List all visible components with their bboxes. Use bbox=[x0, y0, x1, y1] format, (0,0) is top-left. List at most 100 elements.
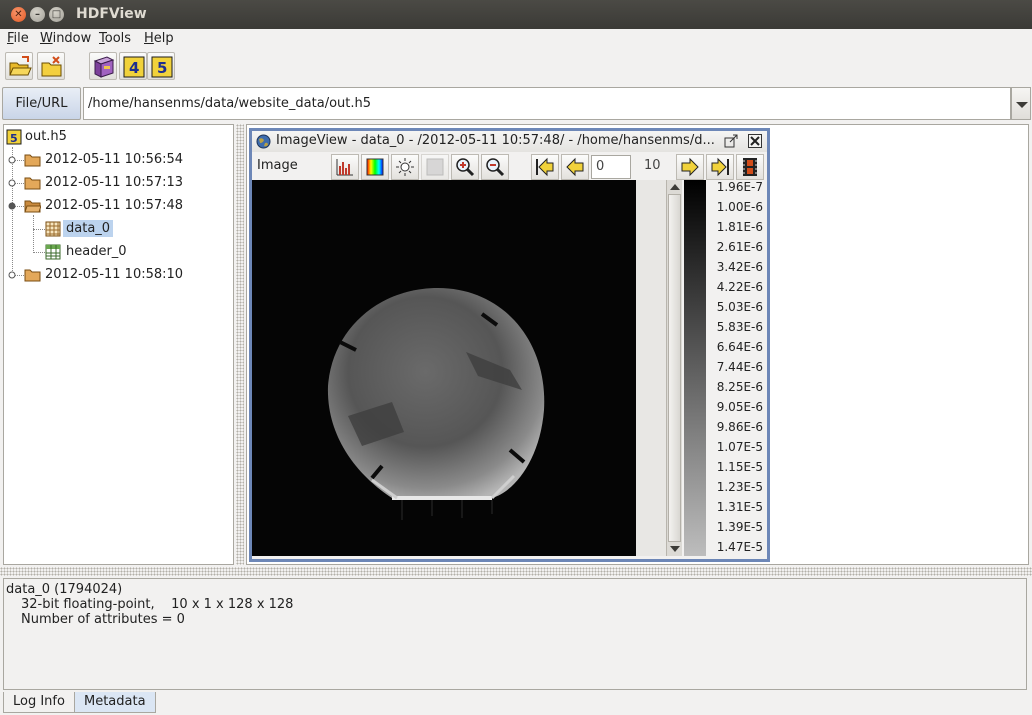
menu-window-label: indow bbox=[52, 31, 92, 46]
hdf5-library-version-icon: 5 bbox=[151, 56, 173, 78]
animation-button[interactable] bbox=[736, 154, 764, 180]
first-frame-icon bbox=[536, 157, 554, 177]
last-frame-icon bbox=[711, 157, 729, 177]
expand-handle-icon[interactable] bbox=[8, 179, 16, 187]
metadata-panel: data_0 (1794024) 32-bit floating-point, … bbox=[3, 578, 1027, 690]
mri-phantom-image bbox=[252, 180, 636, 556]
close-icon[interactable] bbox=[748, 134, 762, 148]
tab-metadata[interactable]: Metadata bbox=[74, 692, 156, 713]
image-view-title: ImageView - data_0 - /2012-05-11 10:57:4… bbox=[276, 133, 715, 148]
hdf4-library-version-icon: 4 bbox=[123, 56, 145, 78]
folder-icon bbox=[24, 154, 41, 167]
color-scale-label: 3.42E-6 bbox=[716, 260, 763, 274]
color-scale-label: 1.81E-6 bbox=[716, 220, 763, 234]
color-scale-label: 9.05E-6 bbox=[716, 400, 763, 414]
color-scale-label: 1.47E-5 bbox=[716, 540, 763, 554]
color-scale-label: 1.31E-5 bbox=[716, 500, 763, 514]
collapse-handle-icon[interactable] bbox=[8, 202, 16, 210]
image-menu[interactable]: Image bbox=[257, 158, 298, 173]
scroll-down-arrow-icon[interactable] bbox=[670, 546, 680, 552]
image-dataset-icon bbox=[45, 221, 61, 237]
url-history-dropdown[interactable] bbox=[1011, 87, 1031, 120]
color-scale-label: 1.07E-5 bbox=[716, 440, 763, 454]
menu-help[interactable]: Help bbox=[144, 31, 174, 46]
window-minimize-button[interactable]: – bbox=[30, 7, 45, 22]
vertical-splitter[interactable] bbox=[236, 124, 244, 565]
svg-text:5: 5 bbox=[10, 132, 18, 145]
first-frame-button[interactable] bbox=[531, 154, 559, 180]
folder-icon bbox=[24, 177, 41, 190]
palette-button[interactable] bbox=[361, 154, 389, 180]
horizontal-splitter[interactable] bbox=[0, 567, 1032, 576]
file-url-button[interactable]: File/URL bbox=[2, 87, 81, 120]
window-title: HDFView bbox=[76, 6, 147, 22]
table-dataset-icon bbox=[45, 244, 61, 260]
scroll-up-arrow-icon[interactable] bbox=[670, 184, 680, 190]
tree-group-label: 2012-05-11 10:57:13 bbox=[45, 175, 184, 190]
menu-window-mnemonic: W bbox=[40, 31, 53, 46]
color-scale-label: 1.96E-7 bbox=[716, 180, 763, 194]
menu-file[interactable]: File bbox=[7, 31, 29, 46]
close-file-icon bbox=[41, 56, 62, 77]
menu-bar: File Window Tools Help bbox=[0, 29, 1032, 49]
menu-tools[interactable]: Tools bbox=[99, 31, 131, 46]
dataset-info-type: 32-bit floating-point, 10 x 1 x 128 x 12… bbox=[21, 597, 294, 612]
zoom-in-icon bbox=[456, 158, 475, 177]
users-guide-button[interactable] bbox=[89, 52, 117, 80]
file-tree-panel: 5 out.h5 2012-05-11 10:56:54 2012-05-11 … bbox=[3, 124, 234, 565]
tab-log-info[interactable]: Log Info bbox=[3, 692, 75, 713]
film-animation-icon bbox=[743, 158, 757, 176]
menu-window[interactable]: Window bbox=[40, 31, 91, 46]
color-scale-bar bbox=[684, 180, 706, 556]
menu-help-mnemonic: H bbox=[144, 31, 154, 46]
image-view-toolbar: Image 0 10 bbox=[252, 152, 767, 180]
contour-button[interactable] bbox=[421, 154, 449, 180]
brightness-button[interactable] bbox=[391, 154, 419, 180]
previous-frame-button[interactable] bbox=[561, 154, 589, 180]
histogram-icon bbox=[336, 159, 353, 176]
hdf4-library-version-button[interactable]: 4 bbox=[119, 52, 147, 80]
tree-group-label: 2012-05-11 10:57:48 bbox=[45, 198, 184, 213]
color-scale-label: 8.25E-6 bbox=[716, 380, 763, 394]
hdf5-library-version-button[interactable]: 5 bbox=[147, 52, 175, 80]
tree-dataset-label: header_0 bbox=[66, 244, 127, 259]
open-file-button[interactable] bbox=[5, 52, 33, 80]
hdf5-label: 5 bbox=[157, 59, 167, 77]
window-maximize-button[interactable]: □ bbox=[49, 7, 64, 22]
image-canvas[interactable] bbox=[252, 180, 636, 556]
menu-help-label: elp bbox=[153, 31, 174, 46]
open-file-icon bbox=[9, 56, 32, 76]
next-frame-button[interactable] bbox=[676, 154, 704, 180]
scrollbar-thumb[interactable] bbox=[668, 194, 681, 542]
contour-icon bbox=[426, 158, 444, 176]
url-bar: File/URL /home/hansenms/data/website_dat… bbox=[0, 86, 1032, 122]
image-gutter bbox=[636, 180, 666, 556]
tree-group-label: 2012-05-11 10:56:54 bbox=[45, 152, 184, 167]
color-scale-label: 7.44E-6 bbox=[716, 360, 763, 374]
close-file-button[interactable] bbox=[37, 52, 65, 80]
expand-handle-icon[interactable] bbox=[8, 156, 16, 164]
detach-window-icon[interactable] bbox=[724, 134, 738, 148]
last-frame-button[interactable] bbox=[706, 154, 734, 180]
expand-handle-icon[interactable] bbox=[8, 271, 16, 279]
menu-file-label: ile bbox=[13, 31, 29, 46]
hdf5-file-icon: 5 bbox=[6, 129, 22, 145]
window-title-bar: ✕ – □ HDFView bbox=[0, 0, 1032, 29]
color-scale-label: 4.22E-6 bbox=[716, 280, 763, 294]
dataset-info-name: data_0 (1794024) bbox=[6, 582, 123, 597]
zoom-out-icon bbox=[486, 158, 505, 177]
frame-number-input[interactable]: 0 bbox=[591, 155, 631, 179]
open-folder-icon bbox=[24, 200, 41, 213]
color-scale-label: 1.23E-5 bbox=[716, 480, 763, 494]
zoom-out-button[interactable] bbox=[481, 154, 509, 180]
file-url-input[interactable]: /home/hansenms/data/website_data/out.h5 bbox=[83, 87, 1011, 120]
window-close-button[interactable]: ✕ bbox=[11, 7, 26, 22]
next-frame-icon bbox=[681, 157, 699, 177]
color-scale-labels: 1.96E-7 1.00E-6 1.81E-6 2.61E-6 3.42E-6 4.22E… bbox=[706, 180, 767, 556]
zoom-in-button[interactable] bbox=[451, 154, 479, 180]
dataset-info-attributes: Number of attributes = 0 bbox=[21, 612, 185, 627]
color-scale-label: 5.83E-6 bbox=[716, 320, 763, 334]
image-view-title-bar[interactable]: ImageView - data_0 - /2012-05-11 10:57:4… bbox=[252, 131, 767, 152]
histogram-button[interactable] bbox=[331, 154, 359, 180]
image-vertical-scrollbar[interactable] bbox=[666, 180, 682, 556]
